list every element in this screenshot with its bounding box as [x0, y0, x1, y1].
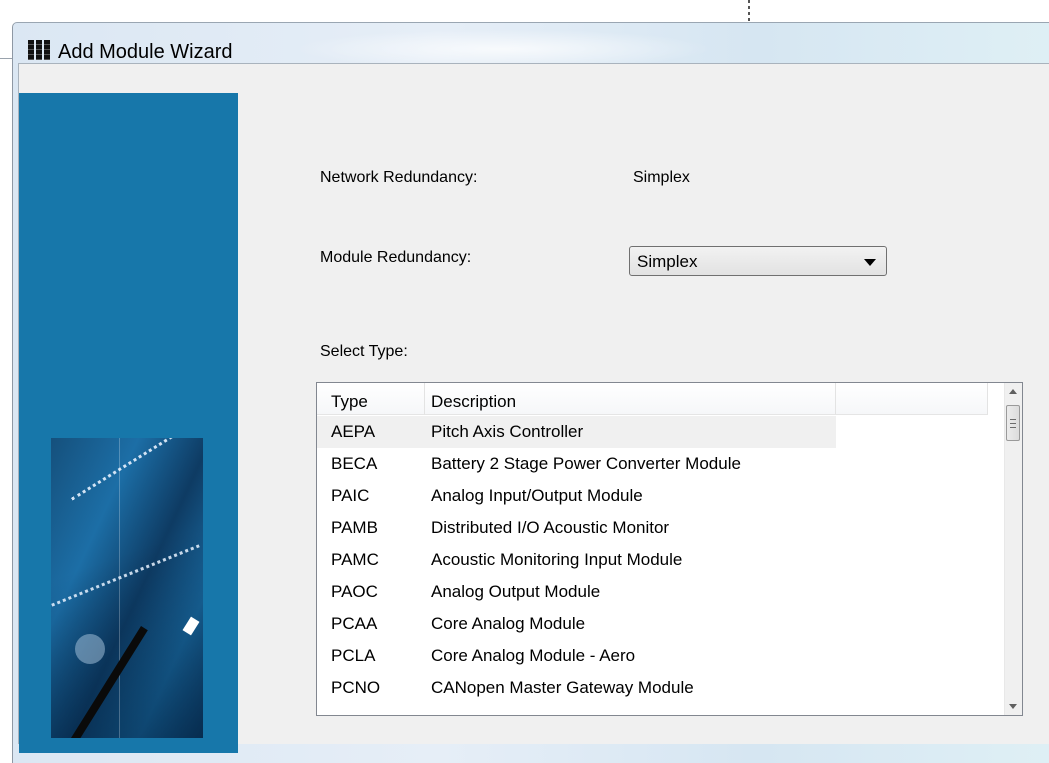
list-vertical-scrollbar[interactable]	[1004, 383, 1022, 715]
ge-logo-icon	[75, 634, 105, 664]
select-type-label: Select Type:	[320, 343, 408, 360]
wizard-header-strip	[19, 64, 1049, 93]
row-type: BECA	[331, 454, 378, 473]
app-icon	[28, 40, 50, 60]
list-row[interactable]: PCAA Core Analog Module	[317, 608, 988, 640]
list-row[interactable]: PAMC Acoustic Monitoring Input Module	[317, 544, 988, 576]
network-redundancy-label: Network Redundancy:	[320, 169, 478, 186]
scroll-up-arrow-icon[interactable]	[1005, 383, 1022, 400]
chevron-down-icon	[864, 259, 876, 266]
row-type: PAIC	[331, 486, 370, 505]
background-window-edge	[0, 58, 12, 59]
module-redundancy-dropdown[interactable]: Simplex	[629, 246, 887, 276]
list-row[interactable]: PCLA Core Analog Module - Aero	[317, 640, 988, 672]
row-description: Analog Output Module	[431, 582, 601, 601]
row-description: Acoustic Monitoring Input Module	[431, 550, 683, 569]
column-header-type[interactable]: Type	[317, 383, 425, 415]
list-row[interactable]: PCNO CANopen Master Gateway Module	[317, 672, 988, 704]
wizard-client-area: Network Redundancy: Simplex Module Redun…	[18, 63, 1049, 753]
list-row[interactable]: PAIC Analog Input/Output Module	[317, 480, 988, 512]
column-header-empty[interactable]	[836, 383, 988, 415]
list-row[interactable]: PAMB Distributed I/O Acoustic Monitor	[317, 512, 988, 544]
row-type: PAOC	[331, 582, 378, 601]
background-divider	[748, 0, 750, 22]
row-description: Core Analog Module	[431, 614, 586, 633]
module-redundancy-label: Module Redundancy:	[320, 249, 472, 266]
row-type: PCNO	[331, 678, 381, 697]
list-row[interactable]: BECA Battery 2 Stage Power Converter Mod…	[317, 448, 988, 480]
row-description: Distributed I/O Acoustic Monitor	[431, 518, 670, 537]
row-description: Analog Input/Output Module	[431, 486, 643, 505]
module-type-list[interactable]: Type Description AEPA Pitch Axis Control…	[316, 382, 1023, 716]
network-redundancy-value: Simplex	[633, 169, 690, 186]
row-type: PAMB	[331, 518, 378, 537]
scrollbar-thumb[interactable]	[1006, 405, 1020, 441]
scroll-down-arrow-icon[interactable]	[1005, 698, 1022, 715]
list-row[interactable]: AEPA Pitch Axis Controller	[317, 416, 836, 448]
row-description: Pitch Axis Controller	[431, 422, 584, 441]
list-header: Type Description	[317, 383, 1007, 415]
row-type: AEPA	[331, 422, 376, 441]
row-type: PCAA	[331, 614, 378, 633]
list-row[interactable]: PAOC Analog Output Module	[317, 576, 988, 608]
row-type: PCLA	[331, 646, 376, 665]
wizard-side-panel	[19, 93, 238, 753]
module-redundancy-selected: Simplex	[637, 252, 698, 271]
wizard-wand-image	[51, 438, 203, 738]
row-description: Core Analog Module - Aero	[431, 646, 636, 665]
window-title: Add Module Wizard	[58, 41, 233, 63]
row-description: CANopen Master Gateway Module	[431, 678, 694, 697]
row-type: PAMC	[331, 550, 379, 569]
list-rows: AEPA Pitch Axis Controller BECA Battery …	[317, 416, 988, 704]
row-description: Battery 2 Stage Power Converter Module	[431, 454, 741, 473]
column-header-description[interactable]: Description	[425, 383, 836, 415]
